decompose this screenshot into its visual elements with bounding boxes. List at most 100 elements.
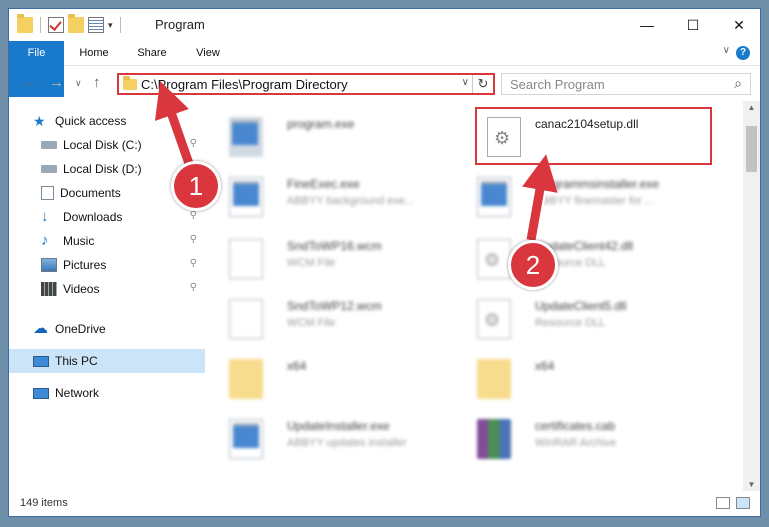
nav-item-label: Local Disk (D:) (63, 162, 142, 176)
file-item-program-exe[interactable]: program.exe (209, 109, 449, 165)
file-item[interactable]: FineExec.exe ABBYY background exe... (209, 169, 449, 225)
nav-item-videos[interactable]: Videos ⚲ (9, 277, 205, 301)
up-arrow-icon[interactable]: ↑ (93, 74, 101, 91)
file-name: x64 (287, 359, 307, 373)
nav-item-downloads[interactable]: ↓ Downloads ⚲ (9, 205, 205, 229)
music-icon: ♪ (41, 232, 49, 249)
nav-item-label: This PC (55, 354, 98, 368)
refresh-icon[interactable]: ↻ (472, 75, 493, 93)
cloud-icon: ☁ (33, 320, 48, 337)
file-item[interactable]: x64 (209, 351, 449, 407)
file-name: SndToWP16.wcm (287, 239, 382, 253)
back-arrow-icon[interactable]: ← (21, 74, 36, 91)
item-count: 149 items (20, 497, 68, 509)
nav-item-onedrive[interactable]: ☁ OneDrive (9, 317, 205, 341)
scroll-down-icon[interactable]: ▼ (743, 480, 760, 489)
file-description: Resource DLL (535, 317, 606, 329)
minimize-button[interactable]: — (624, 9, 670, 41)
computer-icon (33, 355, 49, 367)
file-description: ABBYY background exe... (287, 195, 414, 207)
properties-icon[interactable] (88, 17, 104, 33)
address-path: C:\Program Files\Program Directory (141, 77, 348, 92)
tab-home[interactable]: Home (69, 41, 119, 65)
nav-item-label: Music (63, 234, 95, 248)
file-item[interactable]: SndToWP12.wcm WCM File (209, 291, 449, 347)
properties-check-icon[interactable] (48, 17, 64, 33)
file-item[interactable]: ⚙ UpdateClient5.dll Resource DLL (457, 291, 697, 347)
doc-icon (229, 239, 263, 279)
file-name: UpdateClient5.dll (535, 299, 627, 313)
pin-icon[interactable]: ⚲ (190, 138, 197, 149)
nav-item-network[interactable]: Network (9, 381, 205, 405)
file-item[interactable]: SndToWP16.wcm WCM File (209, 231, 449, 287)
toolbar-separator (119, 17, 121, 33)
close-button[interactable]: ✕ (716, 9, 760, 41)
file-description: WinRAR Archive (535, 437, 617, 449)
details-view-icon[interactable] (716, 497, 730, 509)
file-item[interactable]: UpdateInstaller.exe ABBYY updates instal… (209, 411, 449, 467)
tab-view[interactable]: View (183, 41, 233, 65)
network-icon (33, 387, 49, 399)
exe-icon (229, 117, 263, 157)
videos-icon (41, 282, 57, 296)
vertical-scrollbar[interactable]: ▲ ▼ (743, 101, 760, 491)
pin-icon[interactable]: ⚲ (190, 282, 197, 293)
quick-access-toolbar: ▾ (17, 14, 124, 33)
archive-icon (477, 419, 511, 459)
explorer-window: ▾ Program — ☐ ✕ File Home Share View ∨ ?… (8, 8, 761, 517)
gear-icon: ⚙ (484, 250, 501, 270)
address-bar[interactable]: C:\Program Files\Program Directory ∨ ↻ (117, 73, 495, 95)
maximize-button[interactable]: ☐ (670, 9, 716, 41)
help-icon[interactable]: ? (736, 46, 750, 60)
new-folder-icon[interactable] (68, 14, 84, 33)
folder-icon[interactable] (17, 14, 33, 33)
nav-item-quick-access[interactable]: ★ Quick access (9, 109, 205, 133)
file-item[interactable]: x64 (457, 351, 697, 407)
title-bar: ▾ Program — ☐ ✕ (9, 9, 760, 41)
chevron-down-icon[interactable]: ∨ (723, 45, 730, 56)
gear-icon: ⚙ (484, 310, 501, 330)
drive-icon (41, 165, 57, 173)
file-name: program.exe (287, 117, 355, 131)
file-item[interactable]: certificates.cab WinRAR Archive (457, 411, 697, 467)
highlight-box (475, 107, 712, 165)
recent-dropdown-icon[interactable]: ∨ (75, 78, 82, 89)
folder-icon (229, 359, 263, 399)
file-item[interactable]: ⚙ UpdateClient42.dll Resource DLL (457, 231, 697, 287)
scroll-up-icon[interactable]: ▲ (743, 103, 760, 112)
pin-icon[interactable]: ⚲ (190, 210, 197, 221)
nav-item-label: Documents (60, 186, 121, 200)
exe-icon (229, 177, 263, 217)
nav-item-label: Videos (63, 282, 100, 296)
pin-icon[interactable]: ⚲ (190, 234, 197, 245)
tab-share[interactable]: Share (127, 41, 177, 65)
window-title: Program (155, 17, 205, 32)
nav-item-music[interactable]: ♪ Music ⚲ (9, 229, 205, 253)
nav-item-label: Network (55, 386, 100, 400)
folder-icon (477, 359, 511, 399)
large-icons-view-icon[interactable] (736, 497, 750, 509)
file-name: FineExec.exe (287, 177, 360, 191)
ribbon: File Home Share View ∨ ? (9, 41, 760, 97)
file-name: certificates.cab (535, 419, 616, 433)
chevron-down-icon[interactable]: ∨ (462, 77, 469, 88)
exe-icon (477, 177, 511, 217)
file-description: ABBYY finemaster for ... (535, 195, 655, 207)
pin-icon[interactable]: ⚲ (190, 258, 197, 269)
nav-item-label: Local Disk (C:) (63, 138, 142, 152)
nav-item-label: Pictures (63, 258, 107, 272)
documents-icon (41, 186, 54, 200)
nav-item-pictures[interactable]: Pictures ⚲ (9, 253, 205, 277)
customize-dropdown-icon[interactable]: ▾ (108, 20, 113, 31)
search-icon: ⌕ (734, 75, 742, 91)
status-bar: 149 items (9, 492, 760, 516)
nav-item-this-pc[interactable]: This PC (9, 349, 205, 373)
file-description: WCM File (287, 257, 336, 269)
forward-arrow-icon[interactable]: → (49, 74, 64, 91)
folder-icon (123, 76, 137, 90)
scroll-thumb[interactable] (746, 126, 757, 172)
download-icon: ↓ (41, 208, 49, 225)
search-input[interactable]: Search Program ⌕ (501, 73, 751, 95)
file-item[interactable]: programmsinstaller.exe ABBYY finemaster … (457, 169, 697, 225)
nav-item-local-disk-c[interactable]: Local Disk (C:) ⚲ (9, 133, 205, 157)
